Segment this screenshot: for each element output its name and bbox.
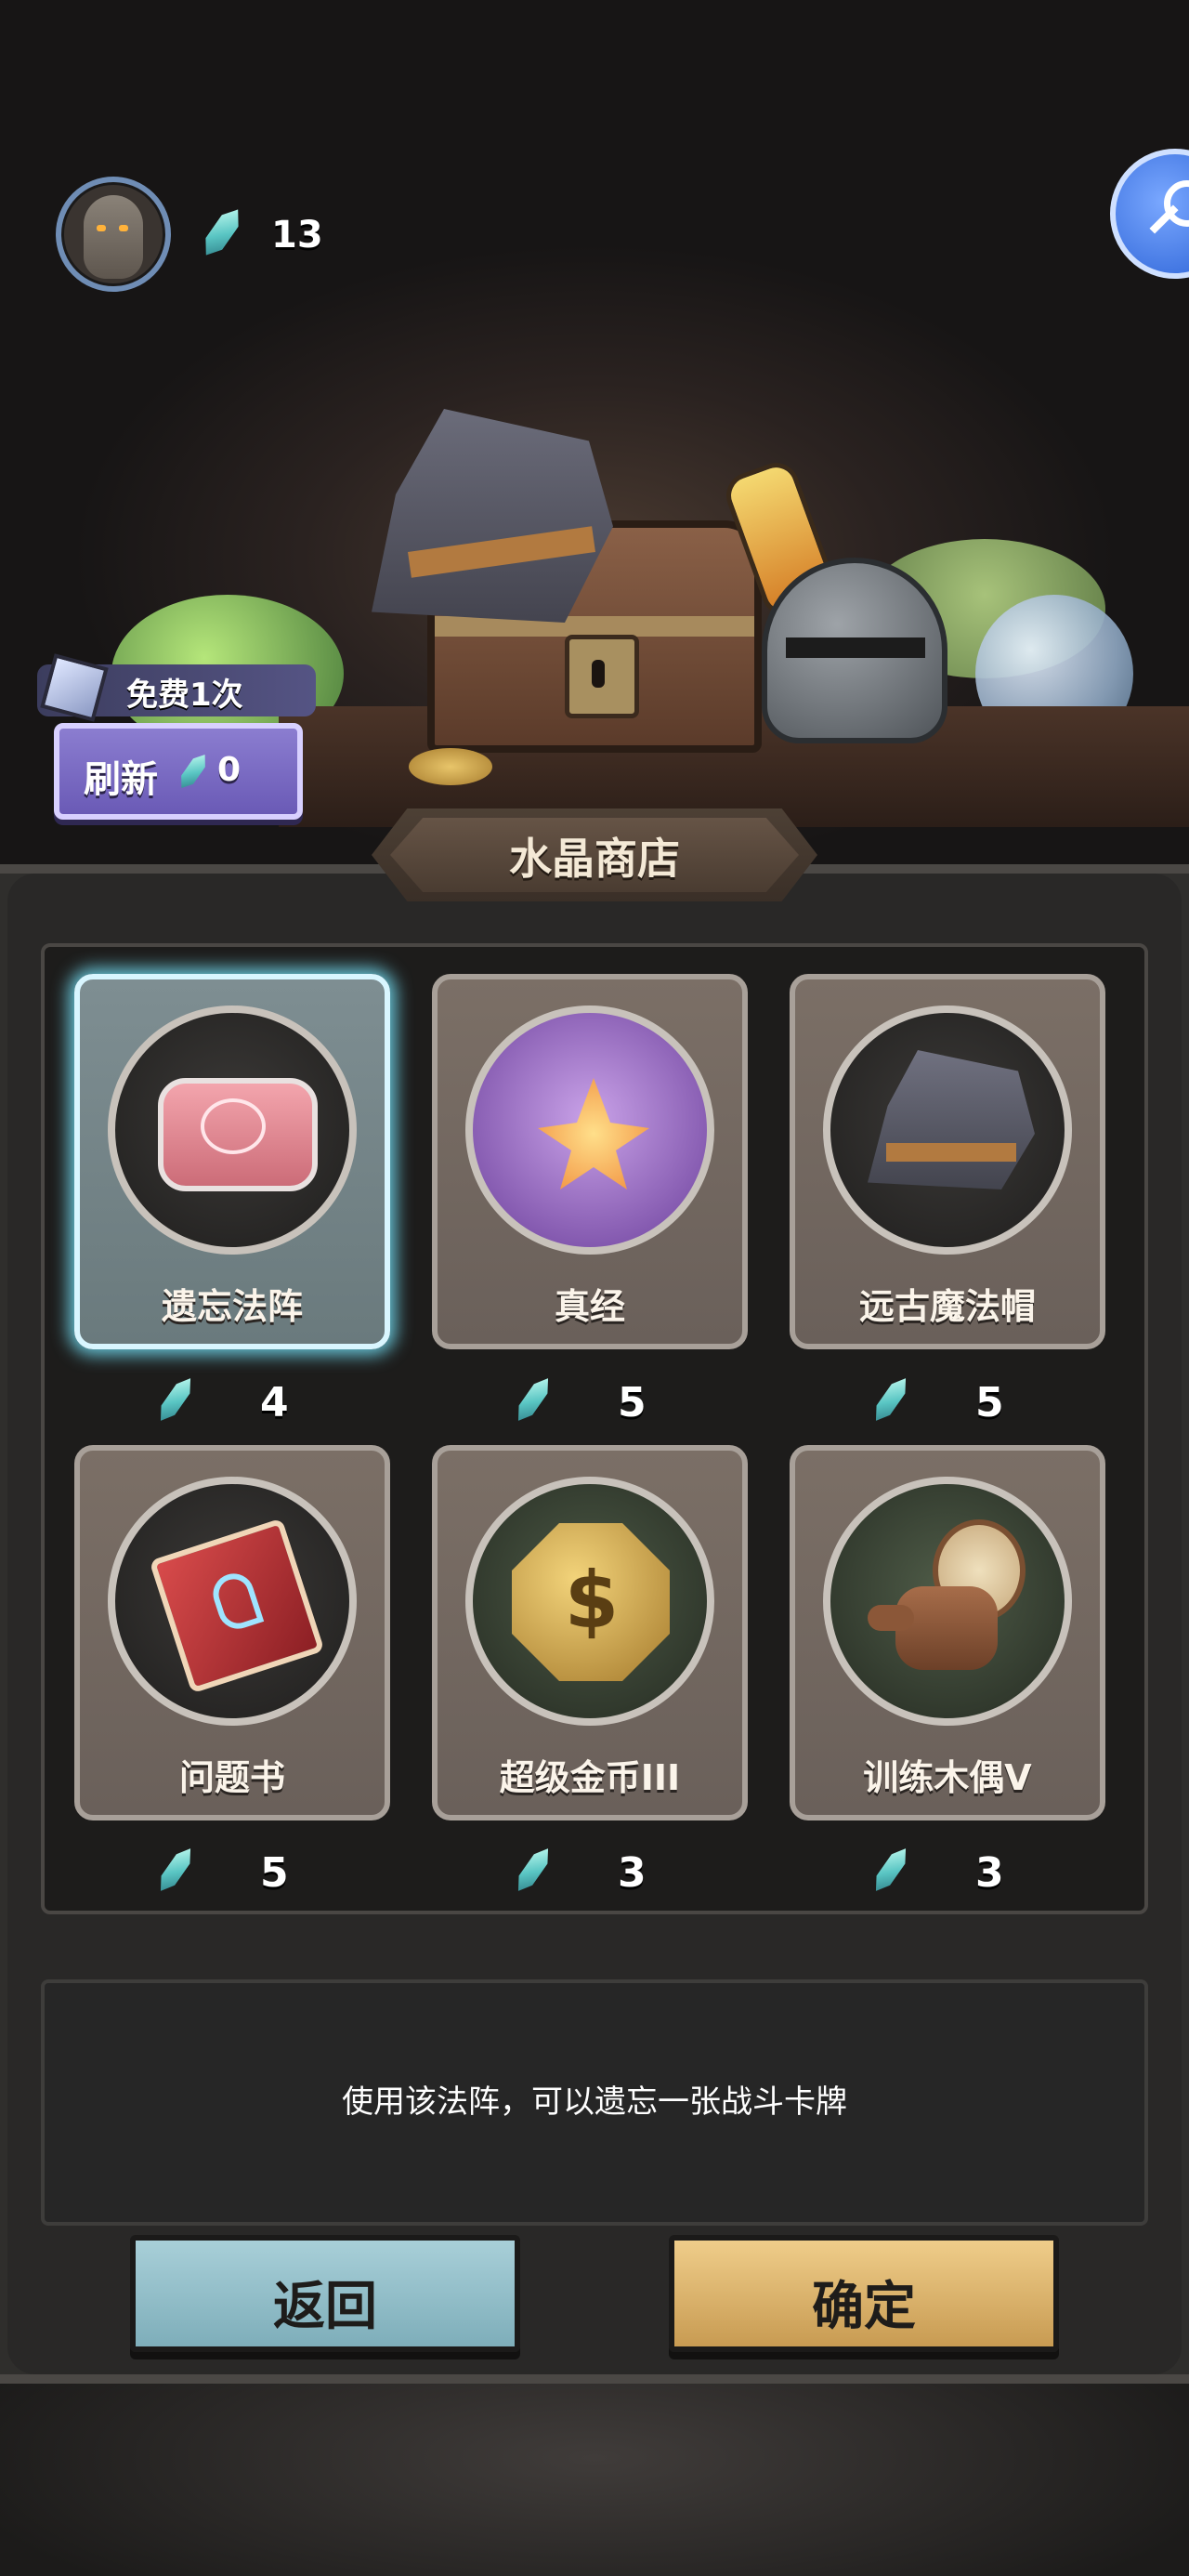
confirm-button-label: 确定 [812,2277,916,2337]
price-value: 3 [618,1849,647,1897]
back-button-label: 返回 [273,2277,377,2337]
knight-helmet-illustration [762,558,947,743]
question-book-icon [108,1477,357,1726]
shop-title: 水晶商店 [509,834,680,884]
crystal-icon [512,1373,555,1426]
shop-item-card[interactable]: 遗忘法阵 [74,974,390,1349]
item-name: 训练木偶V [863,1757,1032,1798]
shop-item-card[interactable]: 问题书 [74,1445,390,1820]
crystal-icon [869,1844,913,1896]
item-price: 5 [74,1840,390,1905]
coins-decoration [409,748,492,785]
free-refresh-label: 免费1次 [126,677,243,714]
price-value: 5 [618,1379,647,1426]
price-value: 4 [260,1379,289,1426]
crystal-icon [154,1844,198,1896]
shop-item-card[interactable]: 真经 [432,974,748,1349]
crystal-icon [176,750,211,792]
item-description-box: 使用该法阵，可以遗忘一张战斗卡牌 [41,1979,1148,2226]
crystal-icon [869,1373,913,1426]
crystal-count: 13 [271,214,323,256]
item-price: 3 [790,1840,1105,1905]
item-name: 遗忘法阵 [161,1286,303,1327]
refresh-button-label: 刷新 [84,758,158,801]
item-price: 4 [74,1370,390,1435]
item-name: 真经 [554,1286,625,1327]
gold-coin-icon: $ [465,1477,714,1726]
price-value: 3 [975,1849,1004,1897]
crystal-icon [512,1844,555,1896]
item-price: 3 [432,1840,748,1905]
item-name: 问题书 [178,1757,285,1798]
crystal-icon [154,1373,198,1426]
back-button[interactable]: 返回 [130,2235,520,2352]
confirm-button[interactable]: 确定 [669,2235,1059,2352]
bottom-background [0,2384,1189,2576]
item-price: 5 [432,1370,748,1435]
shop-item-card[interactable]: $ 超级金币III [432,1445,748,1820]
refresh-cost: 0 [217,751,242,789]
item-description: 使用该法阵，可以遗忘一张战斗卡牌 [342,2083,847,2121]
price-value: 5 [975,1379,1004,1426]
item-name: 超级金币III [499,1757,681,1798]
forget-circle-icon [108,1005,357,1255]
shop-item-card[interactable]: 训练木偶V [790,1445,1105,1820]
wizard-hat-icon [823,1005,1072,1255]
player-avatar[interactable] [56,177,171,292]
price-value: 5 [260,1849,289,1897]
lotus-icon [465,1005,714,1255]
refresh-button[interactable]: 刷新 0 [54,723,303,820]
shop-item-card[interactable]: 远古魔法帽 [790,974,1105,1349]
item-name: 远古魔法帽 [858,1286,1036,1327]
item-price: 5 [790,1370,1105,1435]
training-dummy-icon [823,1477,1072,1726]
